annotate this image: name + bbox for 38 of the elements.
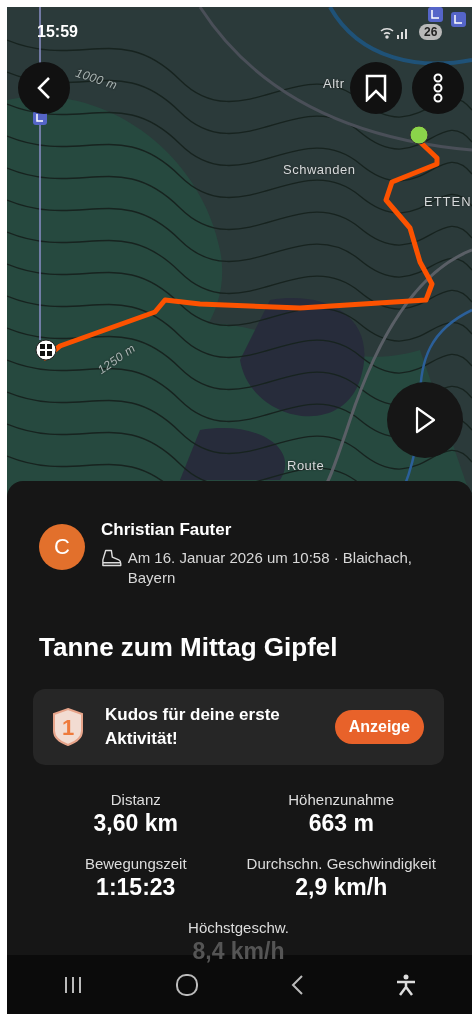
signal-icon <box>397 29 407 39</box>
start-marker-icon <box>409 125 429 145</box>
activity-date-location: Am 16. Januar 2026 um 10:58 · Blaichach, Bayern <box>127 548 414 588</box>
accessibility-icon <box>396 973 417 996</box>
stat-value: 8,4 km/h <box>192 938 285 965</box>
activity-title: Tanne zum Mittag Gipfel <box>39 632 339 663</box>
finish-flag-icon <box>35 339 57 361</box>
stat-value: 1:15:23 <box>96 874 176 901</box>
place-label: Schwanden <box>283 162 356 177</box>
back-icon <box>290 973 305 996</box>
stat-value: 2,9 km/h <box>295 874 388 901</box>
achievement-badge-icon: 1 <box>51 707 85 747</box>
place-label: Route <box>287 458 325 473</box>
stat-value: 663 m <box>308 810 374 837</box>
recent-apps-icon <box>62 975 83 994</box>
show-button[interactable]: Anzeige <box>334 710 424 744</box>
ski-lift-icon <box>428 7 443 22</box>
play-icon <box>414 406 436 434</box>
stat-value: 3,60 km <box>93 810 178 837</box>
bookmark-icon <box>365 74 387 102</box>
hiking-boot-icon <box>101 548 122 568</box>
place-label: Altr <box>323 76 345 91</box>
athlete-name: Christian Fauter <box>101 520 233 540</box>
avatar: C <box>39 524 85 570</box>
ski-lift-icon <box>451 12 466 27</box>
stat-label: Bewegungszeit <box>84 855 187 872</box>
stat-label: Höchstgeschw. <box>188 919 289 936</box>
home-icon <box>174 972 199 997</box>
stat-label: Distanz <box>110 791 161 808</box>
elevation-label: 1000 m <box>73 65 120 93</box>
kudos-message: Kudos für deine erste Aktivität! <box>105 704 281 750</box>
stat-label: Höhenzunahme <box>288 791 395 808</box>
chevron-left-icon <box>36 76 52 100</box>
wifi-icon <box>380 27 394 39</box>
status-time: 15:59 <box>37 23 78 41</box>
stat-label: Durchschn. Geschwindigkeit <box>246 855 436 872</box>
place-label: ETTEN <box>424 194 472 209</box>
more-icon <box>432 73 444 103</box>
